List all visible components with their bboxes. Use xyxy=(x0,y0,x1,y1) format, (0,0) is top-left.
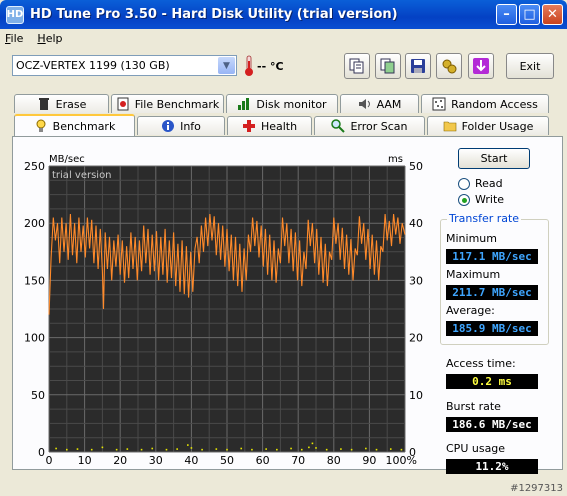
access-time-point xyxy=(276,448,278,451)
access-time-point xyxy=(187,444,189,446)
access-time-point xyxy=(389,448,392,450)
maximize-button[interactable]: □ xyxy=(519,4,540,25)
x-tick-label: 50 xyxy=(220,454,234,467)
access-time-point xyxy=(215,448,218,450)
write-radio[interactable]: Write xyxy=(458,193,504,206)
access-time-point xyxy=(55,447,57,450)
tab-label: Random Access xyxy=(451,97,538,111)
download-icon xyxy=(473,58,489,74)
y-left-tick-label: 250 xyxy=(24,160,45,173)
y-left-tick-label: 50 xyxy=(31,389,45,402)
y-right-tick-label: 30 xyxy=(409,274,423,287)
access-time-value: 0.2 ms xyxy=(446,374,538,389)
y-right-tick-label: 40 xyxy=(409,217,423,230)
x-tick-label: 90 xyxy=(362,454,376,467)
access-time-point xyxy=(311,442,314,445)
x-tick-label: 10 xyxy=(78,454,92,467)
access-time-point xyxy=(226,448,228,451)
x-tick-label: 20 xyxy=(113,454,127,467)
x-tick-label: 40 xyxy=(184,454,198,467)
access-time-point xyxy=(165,448,168,451)
download-button[interactable] xyxy=(468,53,494,79)
options-icon xyxy=(442,59,457,74)
exit-button[interactable]: Exit xyxy=(506,53,554,79)
y-left-tick-label: 100 xyxy=(24,332,45,345)
write-radio-dot[interactable] xyxy=(458,193,470,206)
access-time-point xyxy=(325,448,328,451)
access-time-point xyxy=(240,447,243,450)
read-radio-dot[interactable] xyxy=(458,177,470,190)
tab-label: Folder Usage xyxy=(461,119,534,133)
access-time-point xyxy=(308,446,310,449)
y-right-unit-label: ms xyxy=(388,154,403,165)
burst-rate-value: 186.6 MB/sec xyxy=(446,417,538,432)
tab-folder-usage[interactable]: Folder Usage xyxy=(427,116,549,135)
folder-icon xyxy=(443,121,456,132)
x-tick-label: 70 xyxy=(291,454,305,467)
transfer-rate-title: Transfer rate xyxy=(447,212,522,225)
access-time-point xyxy=(115,448,118,451)
y-right-tick-label: 20 xyxy=(409,332,423,345)
access-time-point xyxy=(290,447,292,450)
chart-overlay-text: trial version xyxy=(52,170,112,181)
cpu-usage-label: CPU usage xyxy=(446,442,506,455)
x-ticks: 0 10 20 30 40 50 60 70 80 90 100% xyxy=(46,454,418,467)
cpu-usage-value: 11.2% xyxy=(446,459,538,474)
read-radio[interactable]: Read xyxy=(458,177,503,190)
chart-grid xyxy=(48,165,406,453)
close-button[interactable]: ✕ xyxy=(542,4,563,25)
x-tick-label: 30 xyxy=(149,454,163,467)
maximum-value: 211.7 MB/sec xyxy=(446,285,538,300)
write-radio-label: Write xyxy=(475,193,505,206)
access-time-point xyxy=(151,447,154,450)
y-right-tick-label: 10 xyxy=(409,389,423,402)
average-label: Average: xyxy=(446,304,495,317)
y-left-ticks: 0 50 100 150 200 250 xyxy=(24,160,45,459)
access-time-point xyxy=(126,448,129,450)
access-time-point xyxy=(400,448,403,451)
read-radio-label: Read xyxy=(475,177,503,190)
watermark-text: #1297313 xyxy=(510,483,563,494)
access-time-point xyxy=(375,448,378,451)
access-time-point xyxy=(140,448,143,451)
access-time-point xyxy=(76,448,79,450)
access-time-point xyxy=(315,447,317,449)
x-tick-label: 100% xyxy=(386,454,417,467)
access-time-point xyxy=(90,448,93,451)
y-left-tick-label: 200 xyxy=(24,217,45,230)
access-time-point xyxy=(265,448,267,450)
access-time-point xyxy=(201,448,203,451)
access-time-point xyxy=(365,447,367,450)
y-left-tick-label: 0 xyxy=(38,446,45,459)
access-time-point xyxy=(190,447,193,449)
y-left-tick-label: 150 xyxy=(24,274,45,287)
access-time-point xyxy=(176,448,178,450)
minimize-button[interactable]: – xyxy=(496,4,517,25)
minimum-label: Minimum xyxy=(446,232,497,245)
access-time-point xyxy=(300,448,303,451)
minimum-value: 117.1 MB/sec xyxy=(446,249,538,264)
access-time-point xyxy=(251,448,253,451)
x-tick-label: 60 xyxy=(256,454,270,467)
access-time-point xyxy=(66,448,68,451)
x-tick-label: 0 xyxy=(46,454,53,467)
tab-random-access[interactable]: Random Access xyxy=(421,94,549,113)
access-time-point xyxy=(101,446,104,449)
access-time-label: Access time: xyxy=(446,357,516,370)
maximum-label: Maximum xyxy=(446,268,501,281)
access-time-point xyxy=(340,448,342,450)
average-value: 185.9 MB/sec xyxy=(446,321,538,336)
y-right-ticks: 01020304050 xyxy=(409,160,423,459)
burst-rate-label: Burst rate xyxy=(446,400,501,413)
access-time-point xyxy=(350,448,353,451)
benchmark-chart: trial version MB/sec ms 050100150200250 … xyxy=(24,154,423,467)
start-button[interactable]: Start xyxy=(458,148,530,169)
x-tick-label: 80 xyxy=(327,454,341,467)
y-right-tick-label: 50 xyxy=(409,160,423,173)
y-left-unit-label: MB/sec xyxy=(49,154,85,165)
